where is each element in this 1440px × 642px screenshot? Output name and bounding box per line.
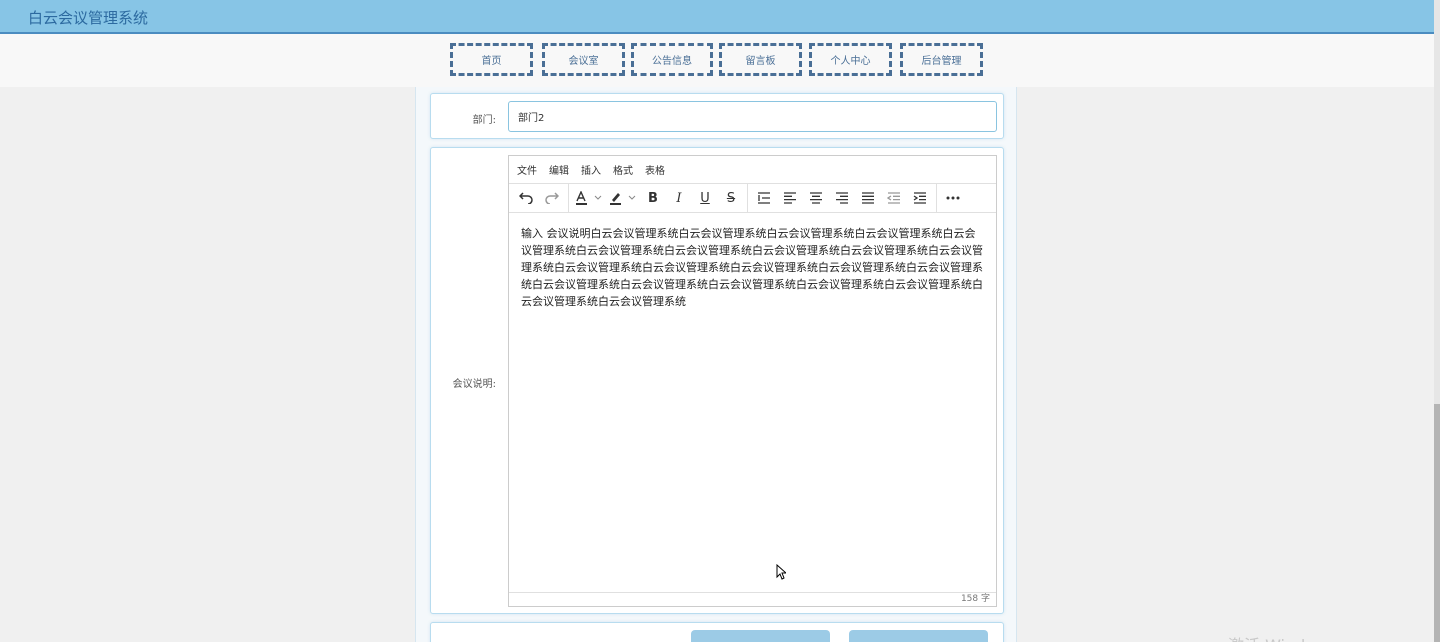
strikethrough-icon[interactable]: S (718, 186, 744, 210)
page-scrollbar[interactable] (1434, 0, 1440, 642)
redo-icon[interactable] (539, 186, 565, 210)
align-left-icon[interactable] (777, 186, 803, 210)
app-title: 白云会议管理系统 (28, 9, 149, 27)
nav-item-announcements[interactable]: 公告信息 (631, 43, 713, 76)
menu-file[interactable]: 文件 (517, 162, 537, 177)
indent-icon[interactable] (907, 186, 933, 210)
menu-table[interactable]: 表格 (645, 162, 665, 177)
nav-item-admin[interactable]: 后台管理 (900, 43, 983, 76)
justify-icon[interactable] (855, 186, 881, 210)
menu-insert[interactable]: 插入 (581, 162, 601, 177)
line-height-icon[interactable] (751, 186, 777, 210)
font-color-icon[interactable] (572, 186, 606, 210)
main-nav: 首页 会议室 公告信息 留言板 个人中心 后台管理 (0, 34, 1434, 87)
toolbar-separator (936, 183, 937, 213)
menu-edit[interactable]: 编辑 (549, 162, 569, 177)
scrollbar-thumb[interactable] (1434, 404, 1440, 642)
rich-text-editor: 文件 编辑 插入 格式 表格 B I U S 输入 会议说明白云会议管理系统白云… (508, 155, 997, 607)
form-actions (430, 622, 1004, 642)
cancel-button[interactable] (849, 630, 988, 642)
outdent-icon[interactable] (881, 186, 907, 210)
toolbar-separator (568, 183, 569, 213)
desc-field-row: 会议说明: 文件 编辑 插入 格式 表格 B I U S 输入 会议说明白云会议… (430, 147, 1004, 614)
nav-item-meeting-room[interactable]: 会议室 (542, 43, 625, 76)
app-header: 白云会议管理系统 (0, 0, 1434, 34)
editor-content[interactable]: 输入 会议说明白云会议管理系统白云会议管理系统白云会议管理系统白云会议管理系统白… (509, 213, 996, 591)
bold-icon[interactable]: B (640, 186, 666, 210)
dept-field-row: 部门: (430, 93, 1004, 139)
nav-item-home[interactable]: 首页 (450, 43, 533, 76)
submit-button[interactable] (691, 630, 830, 642)
dept-label: 部门: (472, 115, 496, 126)
nav-item-message-board[interactable]: 留言板 (719, 43, 802, 76)
undo-icon[interactable] (513, 186, 539, 210)
editor-menubar: 文件 编辑 插入 格式 表格 (509, 156, 996, 184)
nav-item-personal-center[interactable]: 个人中心 (809, 43, 892, 76)
desc-label: 会议说明: (452, 379, 496, 390)
word-count: 158 字 (509, 592, 996, 606)
align-center-icon[interactable] (803, 186, 829, 210)
windows-activation-watermark: 激活 Windows (1228, 632, 1337, 642)
dept-input[interactable] (508, 101, 997, 132)
align-right-icon[interactable] (829, 186, 855, 210)
form-container: 部门: 会议说明: 文件 编辑 插入 格式 表格 (415, 87, 1017, 642)
editor-toolbar: B I U S (509, 183, 996, 213)
mouse-cursor-icon (776, 564, 786, 580)
highlight-icon[interactable] (606, 186, 640, 210)
toolbar-separator (747, 183, 748, 213)
more-icon[interactable] (940, 186, 966, 210)
menu-format[interactable]: 格式 (613, 162, 633, 177)
underline-icon[interactable]: U (692, 186, 718, 210)
italic-icon[interactable]: I (666, 186, 692, 210)
